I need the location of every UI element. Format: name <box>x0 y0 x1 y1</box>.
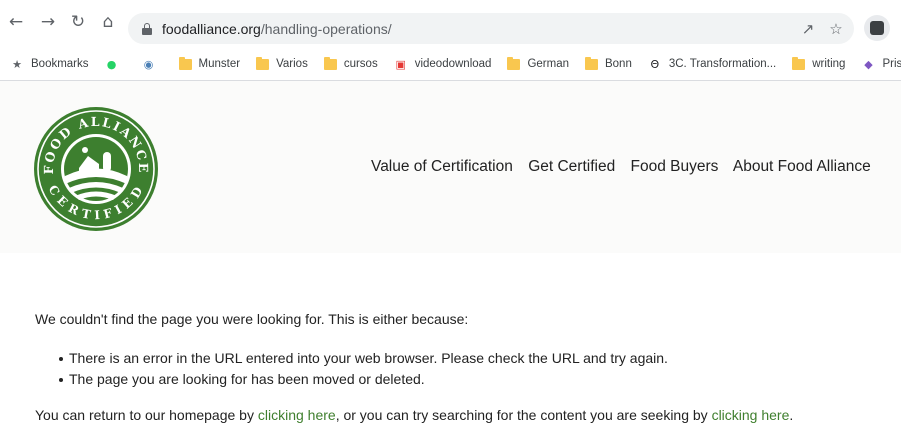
extension-icon[interactable] <box>864 15 890 41</box>
bookmark-item[interactable]: writing <box>792 56 846 70</box>
forward-arrow-icon[interactable]: → <box>36 10 60 34</box>
download-icon: ▣ <box>395 57 406 71</box>
bookmarks-bar: ★ Bookmarks ● ◉ Munster Varios cursos ▣ videodow… <box>0 50 901 78</box>
bookmark-label: 3C. Transformation... <box>668 58 777 70</box>
bookmark-item[interactable]: ★ Bookmarks <box>10 57 89 71</box>
return-middle: , or you can try searching for the conte… <box>335 407 712 423</box>
bookmark-item[interactable]: cursos <box>323 56 378 70</box>
folder-icon <box>584 56 598 70</box>
return-message: You can return to our homepage by clicki… <box>35 407 793 423</box>
main-nav: Value of Certification Get Certified Foo… <box>371 158 871 176</box>
bookmark-item[interactable]: German <box>507 56 569 70</box>
back-arrow-icon[interactable]: ← <box>4 10 28 34</box>
bookmark-label: Varios <box>276 58 308 70</box>
bookmark-item[interactable]: Munster <box>178 56 241 70</box>
bookmark-star-icon[interactable]: ☆ <box>824 17 848 41</box>
whatsapp-icon: ● <box>106 57 117 71</box>
food-alliance-logo[interactable]: FOOD ALLIANCE CERTIFIED <box>33 106 159 232</box>
error-intro: We couldn't find the page you were looki… <box>35 311 469 327</box>
folder-icon <box>323 56 337 70</box>
nav-food-buyers[interactable]: Food Buyers <box>631 158 719 175</box>
bookmark-label: cursos <box>343 58 378 70</box>
bookmark-label: Munster <box>198 58 241 70</box>
web-page: FOOD ALLIANCE CERTIFIED Value of Certifi… <box>0 81 901 425</box>
threads-icon: Θ <box>650 57 660 71</box>
bookmark-item[interactable]: ◉ <box>142 57 163 71</box>
folder-icon <box>178 56 192 70</box>
error-reasons-list: There is an error in the URL entered int… <box>59 348 668 390</box>
star-icon: ★ <box>12 57 22 71</box>
list-item: The page you are looking for has been mo… <box>59 369 668 390</box>
bookmark-item[interactable]: Bonn <box>584 56 632 70</box>
bookmark-item[interactable]: Θ 3C. Transformation... <box>648 57 777 71</box>
bookmark-label: Bookmarks <box>31 58 89 70</box>
url-text: foodalliance.org/handling-operations/ <box>162 21 392 37</box>
prism-icon: ◆ <box>864 57 873 71</box>
bookmark-item[interactable]: ● <box>105 57 126 71</box>
bookmark-item[interactable]: ◆ Prism - C <box>861 57 901 71</box>
bookmark-label: Prism - C <box>882 58 901 70</box>
home-icon[interactable]: ⌂ <box>96 10 120 34</box>
search-link[interactable]: clicking here <box>712 407 790 423</box>
site-header: FOOD ALLIANCE CERTIFIED Value of Certifi… <box>0 81 901 253</box>
bookmark-item[interactable]: ▣ videodownload <box>394 57 492 71</box>
return-prefix: You can return to our homepage by <box>35 407 258 423</box>
folder-icon <box>507 56 521 70</box>
lock-icon <box>142 22 152 35</box>
nav-about-food-alliance[interactable]: About Food Alliance <box>733 158 871 175</box>
address-bar[interactable]: foodalliance.org/handling-operations/ ↗ … <box>128 13 854 44</box>
bookmark-label: Bonn <box>604 58 632 70</box>
reload-icon[interactable]: ↻ <box>66 10 90 34</box>
share-icon[interactable]: ↗ <box>796 17 820 41</box>
nav-value-of-certification[interactable]: Value of Certification <box>371 158 513 175</box>
bookmark-label: videodownload <box>414 58 492 70</box>
return-suffix: . <box>789 407 794 423</box>
homepage-link[interactable]: clicking here <box>258 407 336 423</box>
url-path: /handling-operations/ <box>260 20 392 37</box>
folder-icon <box>256 56 270 70</box>
globe-icon: ◉ <box>143 57 154 71</box>
bookmark-label: writing <box>812 58 846 70</box>
nav-get-certified[interactable]: Get Certified <box>528 158 615 175</box>
list-item: There is an error in the URL entered int… <box>59 348 668 369</box>
url-domain: foodalliance.org <box>162 20 261 37</box>
folder-icon <box>792 56 806 70</box>
bookmark-label: German <box>527 58 569 70</box>
bookmark-item[interactable]: Varios <box>256 56 308 70</box>
browser-toolbar: ← → ↻ ⌂ foodalliance.org/handling-operat… <box>0 0 901 48</box>
